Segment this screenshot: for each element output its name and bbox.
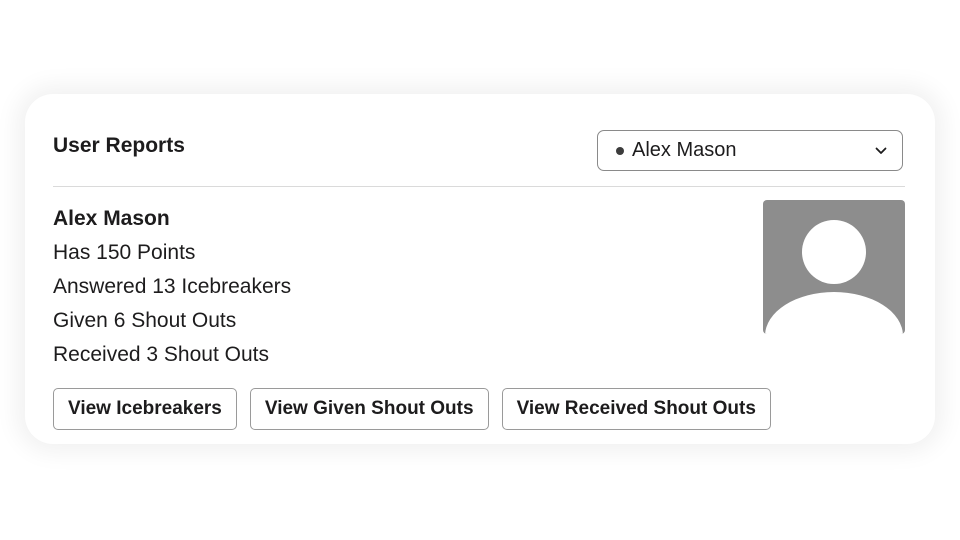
view-received-shoutouts-button[interactable]: View Received Shout Outs — [501, 388, 771, 430]
icebreakers-stat: Answered 13 Icebreakers — [53, 275, 292, 298]
user-reports-card: User Reports Alex Mason Alex Mason Has 1… — [25, 94, 935, 444]
default-avatar-icon — [765, 220, 903, 334]
action-buttons: View Icebreakers View Given Shout Outs V… — [53, 388, 771, 430]
status-dot-icon — [616, 146, 624, 155]
view-icebreakers-button[interactable]: View Icebreakers — [53, 388, 237, 430]
given-shoutouts-stat: Given 6 Shout Outs — [53, 309, 237, 332]
avatar — [763, 200, 905, 334]
user-select-value: Alex Mason — [632, 139, 737, 161]
points-stat: Has 150 Points — [53, 241, 196, 264]
header-divider — [53, 186, 905, 187]
user-details: Alex Mason Has 150 Points Answered 13 Ic… — [53, 202, 653, 372]
user-select-dropdown[interactable]: Alex Mason — [597, 130, 903, 171]
page-title: User Reports — [53, 134, 185, 157]
user-name: Alex Mason — [53, 207, 170, 230]
received-shoutouts-stat: Received 3 Shout Outs — [53, 343, 269, 366]
chevron-down-icon — [874, 144, 888, 158]
card-header: User Reports Alex Mason — [53, 130, 905, 186]
view-given-shoutouts-button[interactable]: View Given Shout Outs — [249, 388, 489, 430]
